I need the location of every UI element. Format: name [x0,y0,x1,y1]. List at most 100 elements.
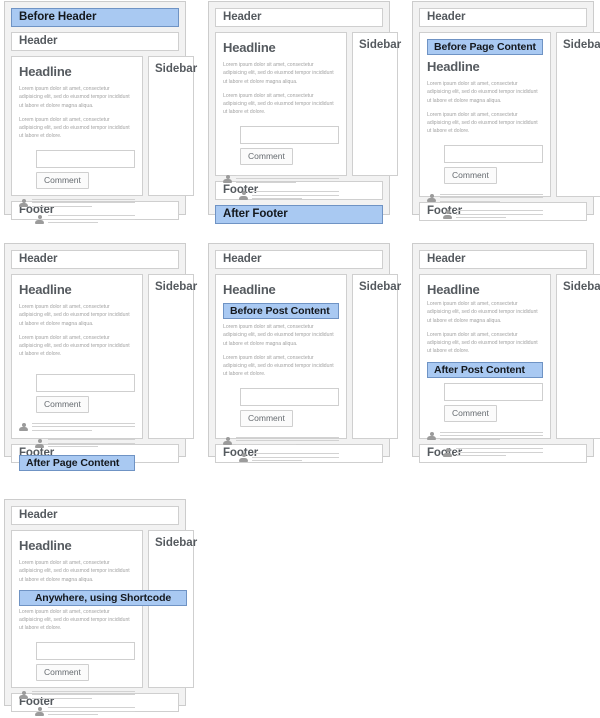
sidebar-column: Sidebar [352,32,401,176]
comment-item [239,190,339,202]
comment-input[interactable] [240,125,339,144]
site-header: Header [215,250,383,269]
content-column: Headline Lorem ipsum dolor sit amet, con… [11,274,143,471]
post-paragraph: Lorem ipsum dolor sit amet, consectetur … [427,301,538,324]
site-header: Header [11,506,179,525]
content-column: Headline Lorem ipsum dolor sit amet, con… [11,56,143,224]
avatar-icon [35,707,44,716]
post-paragraph: Lorem ipsum dolor sit amet, consectetur … [19,334,130,358]
comment-item [19,422,135,434]
avatar-icon [19,690,28,700]
avatar-icon [239,191,248,200]
comment-list [19,690,135,718]
post-paragraph: Lorem ipsum dolor sit amet, consectetur … [223,62,334,85]
comment-list [427,431,543,459]
post-paragraph: Lorem ipsum dolor sit amet, consectetur … [427,81,538,104]
post-paragraph: Lorem ipsum dolor sit amet, consectetur … [19,116,130,140]
comment-form: Comment [36,641,135,681]
comment-item [239,452,339,464]
comment-item [427,193,543,205]
comment-submit-button[interactable]: Comment [240,147,293,165]
panel-before-post-content: Header Headline Before Post Content Lore… [208,243,401,463]
site-header: Header [419,8,587,27]
comment-submit-button[interactable]: Comment [36,171,89,189]
content-column: Before Page Content Headline Lorem ipsum… [419,32,551,219]
panel-shortcode: Header Headline Lorem ipsum dolor sit am… [4,499,197,716]
sidebar-column: Sidebar [148,274,197,439]
comment-form: Comment [36,373,135,413]
hook-before-page-content[interactable]: Before Page Content [427,39,543,55]
hook-after-footer[interactable]: After Footer [215,205,383,224]
hook-after-page-content[interactable]: After Page Content [19,454,135,471]
comment-item [19,690,135,702]
comment-input[interactable] [444,144,543,163]
comment-item [223,436,339,448]
comment-item [223,174,339,186]
avatar-icon [223,174,232,184]
sidebar-column: Sidebar [148,56,197,196]
avatar-icon [427,193,436,203]
avatar-icon [427,431,436,441]
content-column: Headline Lorem ipsum dolor sit amet, con… [11,530,187,716]
site-header: Header [11,32,179,51]
comment-item [443,447,543,459]
post-headline: Headline [427,282,480,297]
avatar-icon [239,453,248,462]
comment-item [427,431,543,443]
comment-item [35,438,135,450]
comment-list [19,422,135,455]
sidebar-column: Sidebar [556,32,600,197]
comment-form: Comment [240,387,339,427]
comment-submit-button[interactable]: Comment [240,409,293,427]
hook-shortcode[interactable]: Anywhere, using Shortcode [19,589,187,606]
sidebar-column: Sidebar [556,274,600,439]
comment-item [35,706,135,718]
post-headline: Headline [19,282,72,297]
avatar-icon [223,436,232,446]
hook-before-post-content[interactable]: Before Post Content [223,303,339,319]
post-paragraph: Lorem ipsum dolor sit amet, consectetur … [223,354,334,378]
post-paragraph: Lorem ipsum dolor sit amet, consectetur … [19,608,130,632]
comment-submit-button[interactable]: Comment [36,663,89,681]
comment-input[interactable] [36,149,135,168]
panel-after-footer: Header Headline Lorem ipsum dolor sit am… [208,1,401,224]
content-column: Headline Lorem ipsum dolor sit amet, con… [215,32,347,200]
post-headline: Headline [223,40,276,55]
comment-list [223,436,339,464]
post-paragraph: Lorem ipsum dolor sit amet, consectetur … [19,304,130,327]
post-headline: Headline [223,282,276,297]
hook-after-post-content[interactable]: After Post Content [427,361,543,378]
post-headline: Headline [19,538,72,553]
post-paragraph: Lorem ipsum dolor sit amet, consectetur … [223,92,334,116]
comment-form: Comment [444,382,543,422]
comment-input[interactable] [36,641,135,660]
sidebar-column: Sidebar [352,274,401,439]
panel-after-post-content: Header Headline Lorem ipsum dolor sit am… [412,243,600,463]
comment-list [19,198,135,226]
post-paragraph: Lorem ipsum dolor sit amet, consectetur … [427,331,538,355]
post-paragraph: Lorem ipsum dolor sit amet, consectetur … [19,86,130,109]
content-column: Headline Before Post Content Lorem ipsum… [215,274,347,462]
panel-after-page-content: Header Headline Lorem ipsum dolor sit am… [4,243,197,471]
wireframe-grid: Before Header Header Headline Lorem ipsu… [0,0,600,716]
comment-list [427,193,543,221]
comment-input[interactable] [36,373,135,392]
post-paragraph: Lorem ipsum dolor sit amet, consectetur … [19,560,130,583]
avatar-icon [35,439,44,448]
comment-submit-button[interactable]: Comment [444,404,497,422]
comment-input[interactable] [444,382,543,401]
avatar-icon [19,198,28,208]
hook-before-header[interactable]: Before Header [11,8,179,27]
comment-submit-button[interactable]: Comment [444,166,497,184]
comment-item [35,214,135,226]
post-headline: Headline [19,64,72,79]
avatar-icon [443,448,452,457]
comment-form: Comment [240,125,339,165]
comment-form: Comment [444,144,543,184]
comment-input[interactable] [240,387,339,406]
sidebar-column: Sidebar [148,530,197,688]
comment-list [223,174,339,202]
comment-item [19,198,135,210]
comment-form: Comment [36,149,135,189]
comment-submit-button[interactable]: Comment [36,395,89,413]
